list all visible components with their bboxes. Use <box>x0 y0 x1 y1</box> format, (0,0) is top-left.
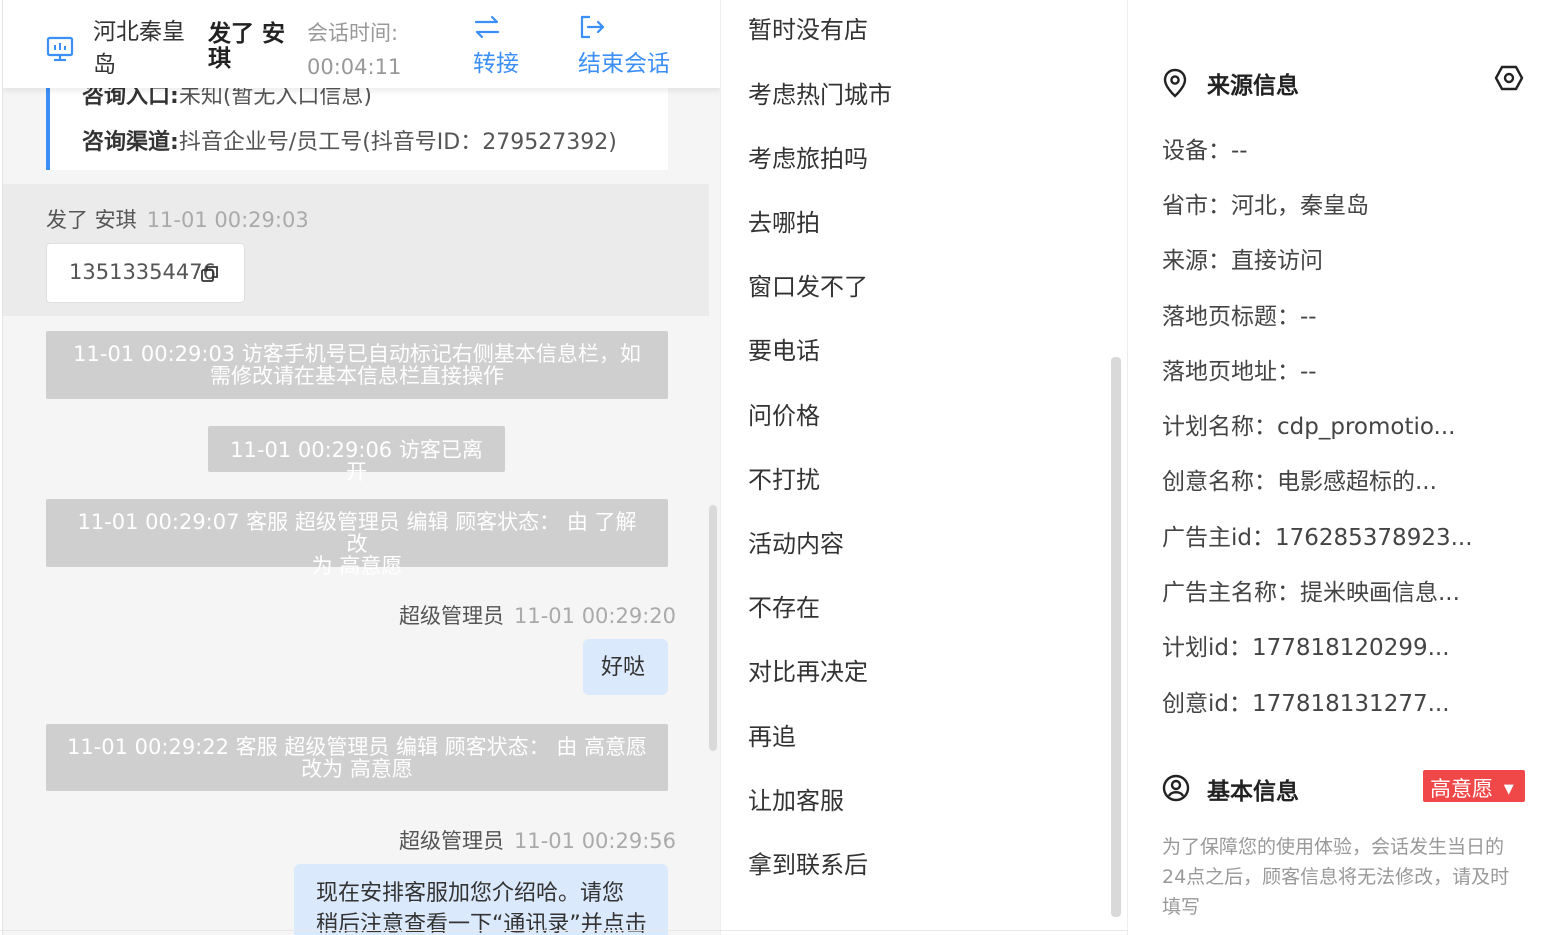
system-message: 11-01 00:29:03 访客手机号已自动标记右侧基本信息栏，如 需修改请在… <box>46 331 668 399</box>
agent-meta: 超级管理员 11-01 00:29:20 <box>399 600 676 630</box>
end-session-label: 结束会话 <box>578 51 670 77</box>
advertiser-id-row: 广告主id：176285378923... <box>1162 525 1473 551</box>
system-message-line: 改为 高意愿 <box>301 757 413 781</box>
logout-icon <box>580 15 605 39</box>
system-message-line: 11-01 00:29:22 客服 超级管理员 编辑 顾客状态： 由 高意愿 <box>66 735 648 759</box>
transfer-icon <box>474 15 500 39</box>
phone-card[interactable]: 13513354476 <box>46 243 245 303</box>
visitor-message: 发了 安琪 11-01 00:29:03 13513354476 <box>3 184 709 316</box>
chat-scrollbar[interactable] <box>709 505 717 751</box>
phone-number: 13513354476 <box>69 260 216 284</box>
caret-down-icon: ▼ <box>1503 782 1514 797</box>
channel-row: 咨询渠道:抖音企业号/员工号(抖音号ID：279527392) <box>82 124 617 156</box>
advertiser-name-row: 广告主名称：提米映画信息... <box>1162 580 1460 606</box>
agent-bubble-text: 稍后注意查看一下“通讯录”并点击 <box>316 912 647 935</box>
info-panel: 来源信息 设备：-- 省市：河北，秦皇岛 来源：直接访问 落地页标题：-- 落地… <box>1127 0 1545 935</box>
landing-url-row: 落地页地址：-- <box>1162 359 1317 385</box>
agent-bubble: 好哒 <box>583 639 668 695</box>
chat-header: 河北秦皇岛 发了 安琪 会话时间: 00:04:11 转接 结束会话 <box>3 0 720 88</box>
customer-status-value: 高意愿 <box>1430 777 1493 801</box>
agent-time: 11-01 00:29:56 <box>514 829 677 853</box>
session-time-value: 00:04:11 <box>307 55 402 79</box>
source-info-title: 来源信息 <box>1162 66 1299 100</box>
session-time-label: 会话时间: <box>307 21 399 45</box>
system-message-line: 11-01 00:29:06 访客已离开 <box>230 438 483 484</box>
creative-id-row: 创意id：177818131277... <box>1162 691 1450 717</box>
agent-name: 超级管理员 <box>399 829 504 853</box>
system-message-line: 为 高意愿 <box>311 554 403 578</box>
system-message: 11-01 00:29:07 客服 超级管理员 编辑 顾客状态： 由 了解 改 … <box>46 499 668 577</box>
source-info-title-text: 来源信息 <box>1207 73 1299 99</box>
agent-bubble: 现在安排客服加您介绍哈。请您 稍后注意查看一下“通讯录”并点击 <box>294 864 668 935</box>
quick-reply-scrollbar[interactable] <box>1111 357 1121 917</box>
settings-icon[interactable] <box>1494 63 1524 93</box>
visitor-location: 河北秦皇岛 <box>93 19 185 78</box>
agent-bubble-text: 现在安排客服加您介绍哈。请您 <box>316 881 625 906</box>
quick-reply-item[interactable]: 窗口发不了 <box>748 267 868 302</box>
copy-icon[interactable] <box>200 264 220 284</box>
system-message: 11-01 00:29:22 客服 超级管理员 编辑 顾客状态： 由 高意愿 改… <box>46 724 668 791</box>
landing-title-row: 落地页标题：-- <box>1162 304 1317 330</box>
visitor-name-header: 发了 安琪 <box>208 21 286 72</box>
channel-value: 抖音企业号/员工号(抖音号ID：279527392) <box>178 130 617 155</box>
creative-name-row: 创意名称：电影感超标的... <box>1162 469 1437 495</box>
quick-reply-item[interactable]: 考虑热门城市 <box>748 75 892 110</box>
quick-reply-item[interactable]: 对比再决定 <box>748 652 868 687</box>
quick-reply-panel: 暂时没有店 考虑热门城市 考虑旅拍吗 去哪拍 窗口发不了 要电话 问价格 不打扰… <box>720 0 1125 935</box>
visitor-meta: 发了 安琪 11-01 00:29:03 <box>46 204 309 234</box>
transfer-button[interactable]: 转接 <box>473 14 519 78</box>
location-pin-icon <box>1163 68 1187 98</box>
end-session-button[interactable]: 结束会话 <box>578 14 670 78</box>
quick-reply-item[interactable]: 考虑旅拍吗 <box>748 139 868 174</box>
transfer-label: 转接 <box>473 51 519 77</box>
user-circle-icon <box>1162 774 1190 802</box>
desktop-icon <box>46 36 74 62</box>
visitor-time: 11-01 00:29:03 <box>146 208 309 232</box>
customer-status-dropdown[interactable]: 高意愿 ▼ <box>1423 770 1525 802</box>
divider <box>0 930 1127 931</box>
plan-id-row: 计划id：177818120299... <box>1162 635 1450 661</box>
system-message-line: 需修改请在基本信息栏直接操作 <box>210 364 504 388</box>
chat-panel: 咨询入口:未知(暂无入口信息) 咨询渠道:抖音企业号/员工号(抖音号ID：279… <box>2 0 720 935</box>
basic-info-title-text: 基本信息 <box>1207 779 1299 805</box>
quick-reply-item[interactable]: 问价格 <box>748 396 820 431</box>
quick-reply-item[interactable]: 再追 <box>748 717 796 752</box>
basic-info-title: 基本信息 <box>1162 772 1299 806</box>
system-message: 11-01 00:29:06 访客已离开 <box>208 426 505 483</box>
session-time: 会话时间: 00:04:11 <box>307 16 447 84</box>
quick-reply-item[interactable]: 暂时没有店 <box>748 10 868 45</box>
system-message-line: 11-01 00:29:03 访客手机号已自动标记右侧基本信息栏，如 <box>73 342 641 366</box>
quick-reply-item[interactable]: 要电话 <box>748 331 820 366</box>
device-row: 设备：-- <box>1162 138 1248 164</box>
quick-reply-item[interactable]: 让加客服 <box>748 781 844 816</box>
agent-time: 11-01 00:29:20 <box>514 604 677 628</box>
quick-reply-item[interactable]: 不存在 <box>748 588 820 623</box>
plan-name-row: 计划名称：cdp_promotio... <box>1162 414 1456 440</box>
agent-bubble-text: 好哒 <box>601 655 646 680</box>
province-row: 省市：河北，秦皇岛 <box>1162 193 1369 219</box>
quick-reply-item[interactable]: 活动内容 <box>748 524 844 559</box>
agent-meta: 超级管理员 11-01 00:29:56 <box>399 825 676 855</box>
quick-reply-item[interactable]: 拿到联系后 <box>748 845 868 880</box>
system-message-line: 11-01 00:29:07 客服 超级管理员 编辑 顾客状态： 由 了解 改 <box>77 510 637 556</box>
quick-reply-item[interactable]: 去哪拍 <box>748 203 820 238</box>
edit-notice: 为了保障您的使用体验，会话发生当日的24点之后，顾客信息将无法修改，请及时填写 <box>1162 836 1510 918</box>
source-row: 来源：直接访问 <box>1162 248 1323 274</box>
channel-label: 咨询渠道: <box>82 130 179 155</box>
agent-name: 超级管理员 <box>399 604 504 628</box>
visitor-name: 发了 安琪 <box>46 208 137 232</box>
quick-reply-item[interactable]: 不打扰 <box>748 460 820 495</box>
